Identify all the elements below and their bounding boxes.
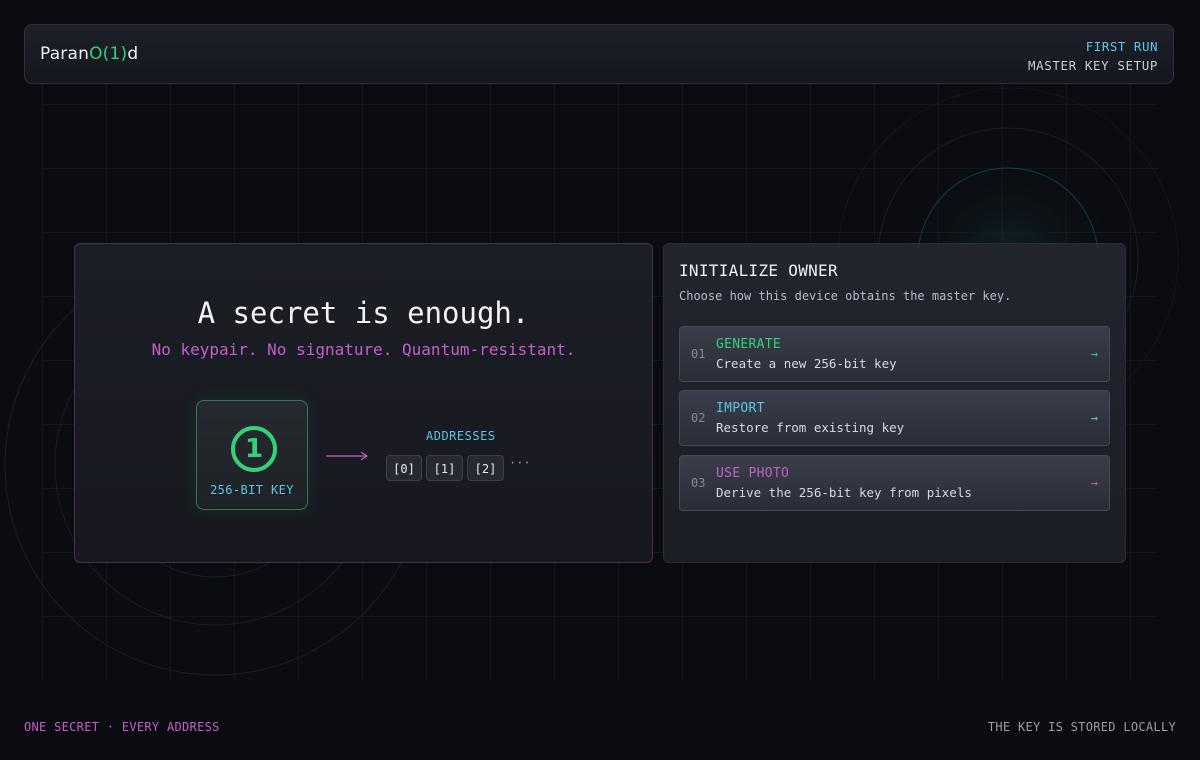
init-owner-panel: INITIALIZE OWNER Choose how this device … — [663, 243, 1126, 563]
arrow-right-icon: → — [1090, 476, 1098, 490]
arrow-right-icon: → — [1090, 411, 1098, 425]
option-description: Derive the 256-bit key from pixels — [716, 485, 972, 500]
option-use-photo[interactable]: 03 USE PHOTO Derive the 256-bit key from… — [679, 455, 1110, 511]
arrow-right-icon: → — [1090, 347, 1098, 361]
option-name: IMPORT — [716, 401, 765, 416]
option-description: Restore from existing key — [716, 420, 905, 435]
addresses-ellipsis: ··· — [509, 456, 531, 470]
option-index: 02 — [691, 411, 706, 425]
address-chip: [2] — [467, 455, 504, 481]
option-name: USE PHOTO — [716, 466, 790, 481]
step-label: MASTER KEY SETUP — [1027, 58, 1158, 73]
brand-highlight: O(1) — [89, 44, 128, 64]
option-index: 01 — [691, 347, 706, 361]
option-import[interactable]: 02 IMPORT Restore from existing key → — [679, 390, 1110, 446]
stage-label: FIRST RUN — [1085, 39, 1158, 54]
hero-headline: A secret is enough. — [197, 296, 530, 330]
key-number-icon: 1 — [231, 426, 277, 472]
addresses-label: ADDRESSES — [426, 429, 496, 443]
address-chip: [1] — [426, 455, 463, 481]
footer-tagline: ONE SECRET · EVERY ADDRESS — [24, 720, 220, 734]
brand-logo: ParanO(1)d — [40, 44, 138, 64]
app-header: ParanO(1)d FIRST RUN MASTER KEY SETUP — [24, 24, 1174, 84]
hero-tagline: No keypair. No signature. Quantum-resist… — [151, 340, 576, 359]
footer-storage-note: THE KEY IS STORED LOCALLY — [987, 720, 1176, 734]
arrow-right-icon — [326, 451, 369, 461]
panel-title: INITIALIZE OWNER — [679, 261, 838, 280]
option-description: Create a new 256-bit key — [716, 356, 897, 371]
hero-card: A secret is enough. No keypair. No signa… — [74, 243, 653, 563]
option-index: 03 — [691, 476, 706, 490]
brand-prefix: Paran — [40, 44, 90, 64]
key-box: 1 256-BIT KEY — [196, 400, 308, 510]
key-label: 256-BIT KEY — [210, 483, 294, 497]
header-status: FIRST RUN MASTER KEY SETUP — [1028, 37, 1158, 75]
panel-subtitle: Choose how this device obtains the maste… — [679, 289, 1012, 303]
option-name: GENERATE — [716, 337, 782, 352]
address-chip: [0] — [386, 455, 422, 481]
option-generate[interactable]: 01 GENERATE Create a new 256-bit key → — [679, 326, 1110, 382]
brand-suffix: d — [127, 44, 139, 64]
